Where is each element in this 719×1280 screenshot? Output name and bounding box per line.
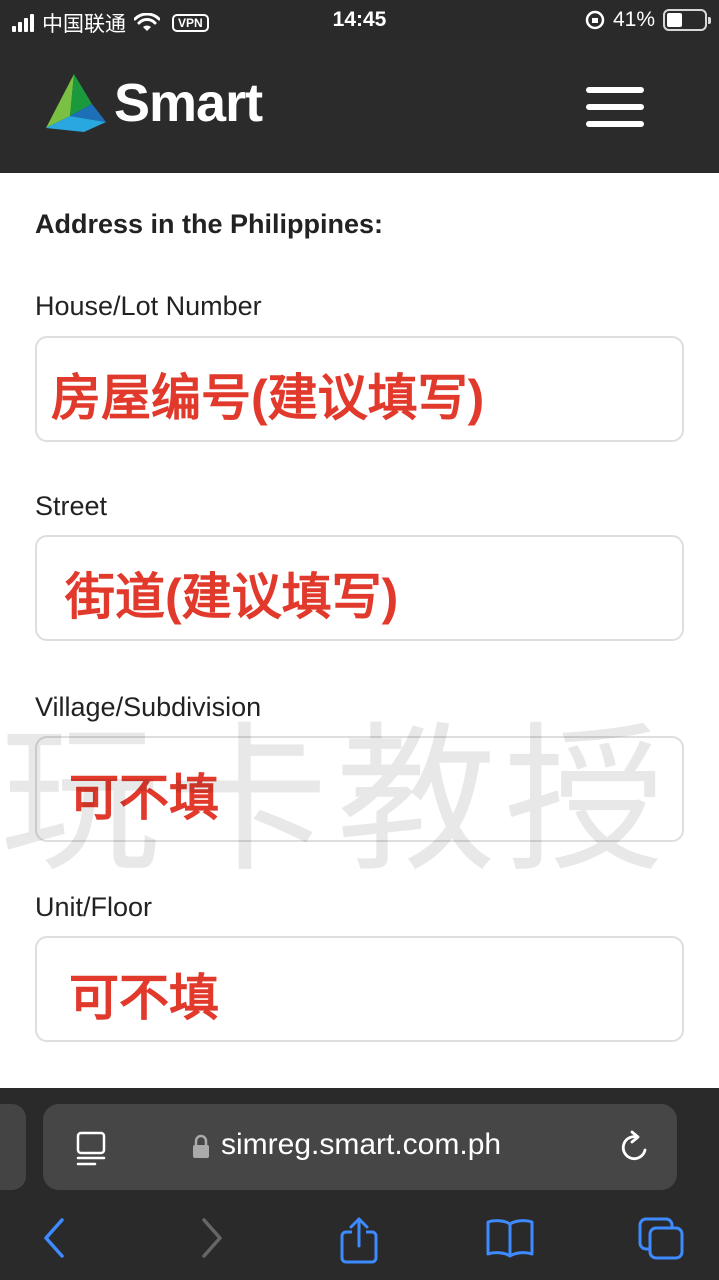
bookmarks-icon[interactable]	[484, 1216, 536, 1260]
reload-icon[interactable]	[617, 1128, 653, 1166]
orientation-lock-icon	[585, 10, 605, 30]
smart-logo-icon	[46, 74, 106, 132]
unit-floor-label: Unit/Floor	[35, 892, 153, 922]
village-subdivision-label: Village/Subdivision	[35, 692, 262, 722]
house-lot-number-label: House/Lot Number	[35, 291, 262, 321]
site-header: Smart	[0, 42, 719, 173]
battery-icon	[663, 9, 711, 31]
tabs-icon[interactable]	[636, 1216, 686, 1262]
browser-toolbar	[0, 1206, 719, 1280]
smart-logo[interactable]: Smart	[44, 72, 263, 134]
address-bar[interactable]: simreg.smart.com.ph	[43, 1104, 677, 1190]
street-value: 街道(建议填写)	[65, 569, 399, 625]
battery-percent: 41%	[612, 8, 655, 31]
village-subdivision-value: 可不填	[69, 770, 219, 826]
status-right: 41%	[585, 8, 711, 32]
browser-bar: simreg.smart.com.ph	[0, 1088, 719, 1280]
forward-icon[interactable]	[196, 1216, 226, 1260]
village-subdivision-input[interactable]: 可不填	[35, 736, 684, 842]
street-input[interactable]: 街道(建议填写)	[35, 535, 684, 641]
street-label: Street	[35, 491, 108, 521]
house-lot-number-value: 房屋编号(建议填写)	[51, 370, 485, 426]
unit-floor-value: 可不填	[69, 970, 219, 1026]
hamburger-menu-icon[interactable]	[586, 87, 646, 127]
page-menu-icon[interactable]	[75, 1130, 107, 1166]
url-text: simreg.smart.com.ph	[221, 1128, 502, 1161]
house-lot-number-input[interactable]: 房屋编号(建议填写)	[35, 336, 684, 442]
share-icon[interactable]	[338, 1216, 380, 1266]
section-title: Address in the Philippines:	[35, 209, 384, 239]
address-form: Address in the Philippines: House/Lot Nu…	[0, 173, 719, 1088]
back-icon[interactable]	[40, 1216, 70, 1260]
unit-floor-input[interactable]: 可不填	[35, 936, 684, 1042]
previous-tab-preview[interactable]	[0, 1104, 26, 1190]
status-bar: 中国联通 VPN 14:45 41%	[0, 0, 719, 42]
lock-icon	[193, 1134, 209, 1158]
logo-text: Smart	[114, 73, 263, 133]
